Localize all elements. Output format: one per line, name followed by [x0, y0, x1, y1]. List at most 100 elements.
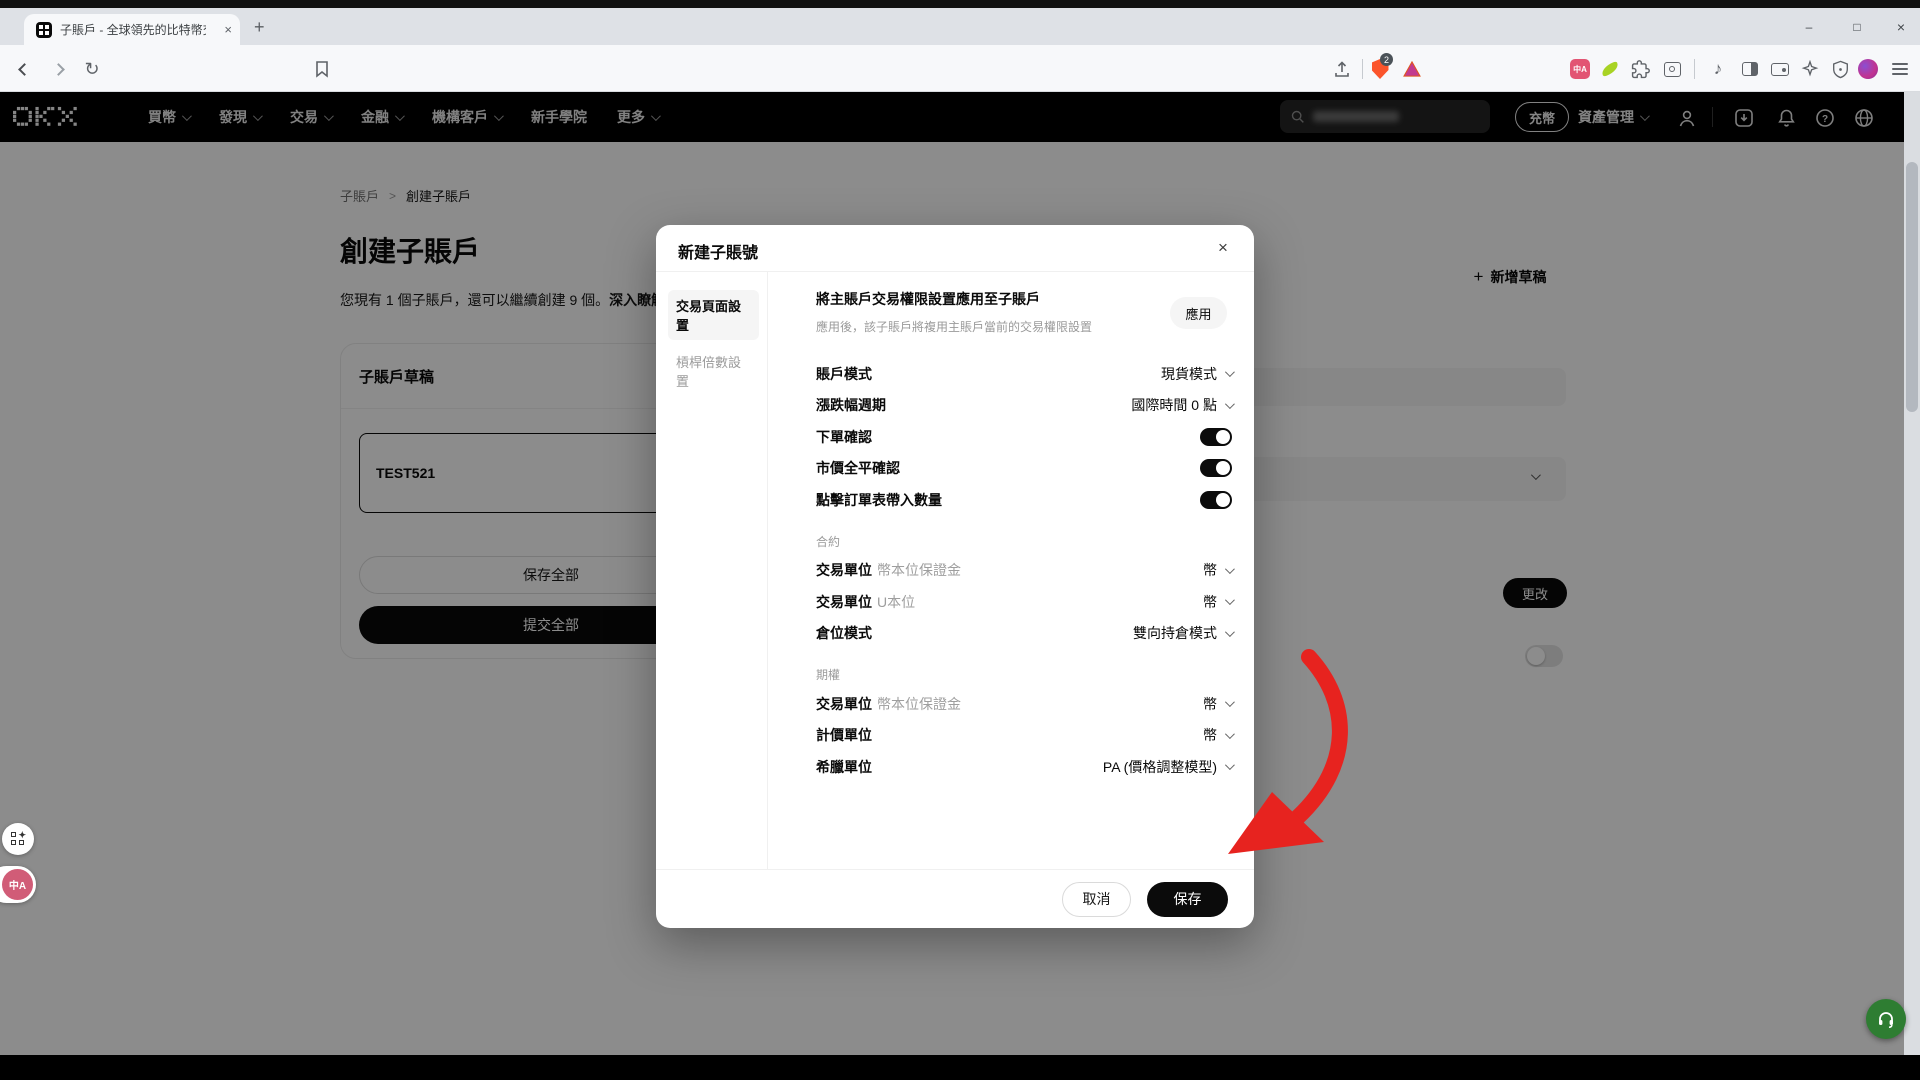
select-value: 幣 — [1203, 694, 1217, 714]
apply-description: 應用後，該子賬戶將複用主賬戶當前的交易權限設置 — [816, 318, 1146, 335]
grid-star-icon: ✦ — [11, 832, 25, 846]
back-button[interactable] — [12, 57, 36, 81]
setting-row: 交易單位幣本位保證金 幣 — [816, 688, 1232, 720]
chevron-down-icon — [1225, 399, 1235, 409]
page-scrollbar[interactable] — [1904, 92, 1920, 1055]
headset-icon — [1876, 1009, 1896, 1029]
setting-label: 漲跌幅週期 — [816, 395, 886, 415]
toggle-switch-on[interactable] — [1200, 428, 1232, 446]
support-chat-button[interactable] — [1866, 999, 1906, 1039]
profile-button[interactable] — [1856, 57, 1880, 81]
setting-select[interactable]: 雙向持倉模式 — [1133, 623, 1232, 643]
toggle-switch-on[interactable] — [1200, 459, 1232, 477]
toggle-knob — [1216, 430, 1230, 444]
translate-widget-icon: 中A — [2, 869, 33, 900]
select-value: 現貨模式 — [1161, 364, 1217, 384]
setting-select[interactable]: 國際時間 0 點 — [1131, 395, 1232, 415]
browser-toolbar: ↻ okx.com/zh-hant/account/sub-account/ba… — [0, 45, 1920, 92]
forward-icon — [52, 63, 65, 76]
setting-row: 賬戶模式 現貨模式 — [816, 358, 1232, 390]
apply-button[interactable]: 應用 — [1170, 297, 1227, 329]
grammar-extension-button[interactable] — [1598, 57, 1622, 81]
setting-label: 倉位模式 — [816, 623, 872, 643]
reload-button[interactable]: ↻ — [80, 57, 104, 81]
modal-tab-交易頁面設置[interactable]: 交易頁面設置 — [668, 290, 759, 340]
setting-row: 倉位模式 雙向持倉模式 — [816, 618, 1232, 650]
select-value: PA (價格調整模型) — [1103, 757, 1217, 777]
share-button[interactable] — [1330, 57, 1354, 81]
screenshot-tool-button[interactable] — [1660, 57, 1684, 81]
setting-select[interactable]: 幣 — [1203, 592, 1232, 612]
setting-label: 下單確認 — [816, 427, 872, 447]
browser-tab-strip: 子賬戶 - 全球領先的比特幣交易 × + – □ × — [0, 8, 1920, 45]
cancel-button[interactable]: 取消 — [1062, 882, 1131, 917]
bookmark-panel-button[interactable] — [310, 57, 334, 81]
setting-row: 計價單位幣 — [816, 720, 1232, 752]
setting-label: 交易單位幣本位保證金 — [816, 694, 961, 714]
chevron-down-icon — [1225, 367, 1235, 377]
select-value: 幣 — [1203, 592, 1217, 612]
media-playlist-button[interactable]: ♪ — [1706, 57, 1730, 81]
chevron-down-icon — [1225, 595, 1235, 605]
modal-close-button[interactable]: × — [1212, 237, 1234, 259]
setting-label: 交易單位U本位 — [816, 592, 915, 612]
setting-label: 交易單位幣本位保證金 — [816, 560, 961, 580]
save-button[interactable]: 保存 — [1147, 882, 1228, 917]
create-subaccount-modal: 新建子賬號 × 交易頁面設置槓桿倍數設置 將主賬戶交易權限設置應用至子賬戶 應用… — [656, 225, 1254, 928]
setting-row: 點擊訂單表帶入數量 — [816, 484, 1232, 516]
select-value: 幣 — [1203, 560, 1217, 580]
okx-favicon — [36, 22, 52, 38]
setting-select[interactable]: 幣 — [1203, 725, 1232, 745]
modal-title: 新建子賬號 — [678, 239, 758, 263]
setting-row: 希臘單位 PA (價格調整模型) — [816, 751, 1232, 783]
chevron-down-icon — [1225, 760, 1235, 770]
setting-select[interactable]: 幣 — [1203, 694, 1232, 714]
toolbar-divider-2 — [1694, 59, 1695, 79]
setting-select[interactable]: 幣 — [1203, 560, 1232, 580]
select-value: 幣 — [1203, 725, 1217, 745]
leaf-extension-icon — [1600, 61, 1620, 77]
brave-rewards-icon — [1403, 61, 1421, 77]
browser-menu-button[interactable] — [1888, 57, 1912, 81]
setting-select[interactable]: PA (價格調整模型) — [1103, 757, 1232, 777]
browser-tab[interactable]: 子賬戶 - 全球領先的比特幣交易 × — [24, 14, 240, 45]
section-label: 合約 — [816, 516, 1232, 555]
quick-widget-button[interactable]: ✦ — [2, 823, 34, 855]
setting-label: 賬戶模式 — [816, 364, 872, 384]
setting-note: 幣本位保證金 — [877, 562, 961, 578]
screen: 子賬戶 - 全球領先的比特幣交易 × + – □ × ↻ okx.com/zh-… — [0, 0, 1920, 1080]
profile-avatar — [1858, 59, 1878, 79]
apply-title: 將主賬戶交易權限設置應用至子賬戶 — [816, 289, 1232, 309]
translate-extension-button[interactable]: 中A — [1568, 57, 1592, 81]
window-minimize-button[interactable]: – — [1792, 15, 1826, 39]
setting-row: 下單確認 — [816, 421, 1232, 453]
new-tab-button[interactable]: + — [254, 17, 265, 38]
translate-widget[interactable]: 中A — [0, 866, 36, 903]
forward-button[interactable] — [46, 57, 70, 81]
setting-select[interactable]: 現貨模式 — [1161, 364, 1232, 384]
modal-header: 新建子賬號 × — [656, 225, 1254, 272]
extensions-button[interactable] — [1628, 57, 1652, 81]
brave-shields-button[interactable]: 2 — [1368, 57, 1392, 81]
toggle-switch-on[interactable] — [1200, 491, 1232, 509]
window-maximize-button[interactable]: □ — [1840, 15, 1874, 39]
brave-rewards-button[interactable] — [1400, 57, 1424, 81]
wallet-icon — [1771, 63, 1789, 76]
leo-ai-button[interactable] — [1798, 57, 1822, 81]
scrollbar-thumb[interactable] — [1906, 162, 1918, 412]
setting-label: 希臘單位 — [816, 757, 872, 777]
toolbar-divider — [1362, 59, 1363, 79]
window-top-edge — [0, 0, 1920, 8]
modal-tab-槓桿倍數設置[interactable]: 槓桿倍數設置 — [668, 346, 759, 396]
setting-row: 市價全平確認 — [816, 453, 1232, 485]
setting-label: 點擊訂單表帶入數量 — [816, 490, 942, 510]
sidebar-toggle-button[interactable] — [1738, 57, 1762, 81]
shields-badge: 2 — [1380, 53, 1393, 66]
tab-close-icon[interactable]: × — [224, 22, 232, 37]
wallet-button[interactable] — [1768, 57, 1792, 81]
window-close-button[interactable]: × — [1884, 15, 1918, 39]
vpn-button[interactable] — [1828, 57, 1852, 81]
vpn-shield-icon — [1832, 60, 1849, 79]
tab-title: 子賬戶 - 全球領先的比特幣交易 — [60, 21, 206, 38]
setting-row: 交易單位U本位 幣 — [816, 586, 1232, 618]
